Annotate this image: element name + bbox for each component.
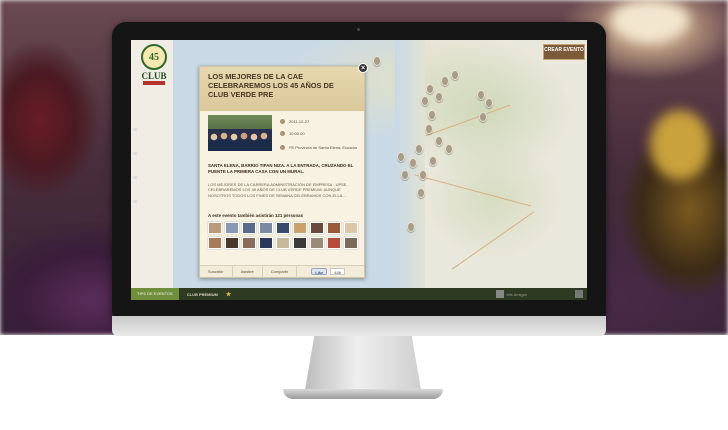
map-marker[interactable] — [428, 110, 436, 120]
map-marker[interactable] — [409, 158, 417, 168]
attendee-avatar[interactable] — [208, 237, 222, 249]
map-road — [414, 174, 532, 207]
map-marker[interactable] — [373, 56, 381, 66]
location-pin-icon — [280, 145, 285, 150]
map-marker[interactable] — [401, 170, 409, 180]
scene: 45 CLUB CREAR EVENTO × LOS MEJORES DE LA… — [0, 0, 728, 430]
map-marker[interactable] — [426, 84, 434, 94]
create-event-button[interactable]: CREAR EVENTO — [543, 44, 585, 60]
tab-club-premium[interactable]: CLUB PREMIUM — [179, 292, 226, 297]
event-photo[interactable] — [208, 115, 272, 151]
club-logo[interactable]: 45 CLUB — [140, 44, 168, 98]
event-time: 10:00:00 — [289, 131, 305, 136]
event-time-row: 10:00:00 — [280, 131, 305, 136]
sidebar-tick — [133, 128, 137, 131]
attendee-avatar[interactable] — [242, 222, 256, 234]
map-marker[interactable] — [407, 222, 415, 232]
attendee-avatar[interactable] — [310, 237, 324, 249]
event-date-row: 2011-12-27 — [280, 119, 309, 124]
map-marker[interactable] — [421, 96, 429, 106]
star-icon[interactable]: ★ — [226, 291, 231, 298]
popup-footer: Suscribir Asistiré Compartir Like 486 — [200, 265, 364, 278]
user-name: Mis Amigos — [506, 291, 527, 297]
map-marker[interactable] — [425, 124, 433, 134]
attendee-avatar[interactable] — [259, 237, 273, 249]
avatar — [495, 290, 504, 298]
map-marker[interactable] — [451, 70, 459, 80]
attendee-avatar[interactable] — [293, 222, 307, 234]
map-marker[interactable] — [435, 136, 443, 146]
monitor-base — [283, 389, 443, 399]
share-button[interactable]: Compartir — [263, 265, 298, 278]
attendee-avatar[interactable] — [293, 237, 307, 249]
popup-header: LOS MEJORES DE LA CAE CELEBRAREMOS LOS 4… — [200, 67, 364, 111]
attendee-avatar[interactable] — [276, 237, 290, 249]
group-photo-people — [208, 129, 272, 151]
calendar-icon — [280, 119, 285, 124]
attendee-avatar[interactable] — [310, 222, 324, 234]
clock-icon — [280, 131, 285, 136]
sidebar-tick — [133, 200, 137, 203]
close-icon[interactable]: × — [358, 63, 368, 73]
left-sidebar: 45 CLUB — [131, 40, 173, 300]
monitor-stand — [305, 336, 421, 390]
map-marker[interactable] — [485, 98, 493, 108]
event-subtitle: SANTA ELENA, BARRIO TIPAN NIZA. A LA ENT… — [208, 163, 354, 174]
logo-text: CLUB — [141, 71, 167, 81]
monitor-bezel: 45 CLUB CREAR EVENTO × LOS MEJORES DE LA… — [112, 22, 606, 324]
map-marker[interactable] — [429, 156, 437, 166]
logo-ribbon — [143, 81, 165, 85]
user-area[interactable]: Mis Amigos — [495, 290, 527, 298]
event-location-row: FE Provincia de Santa Elena, Ecuador — [280, 145, 357, 150]
attendee-avatar[interactable] — [225, 237, 239, 249]
map-marker[interactable] — [417, 188, 425, 198]
map-road — [425, 104, 511, 137]
sidebar-tick — [133, 176, 137, 179]
facebook-like-button[interactable]: Like — [311, 268, 328, 275]
attendee-avatar[interactable] — [225, 222, 239, 234]
tab-tips-de-eventos[interactable]: TIPS DE EVENTOS — [131, 288, 179, 300]
map-marker[interactable] — [435, 92, 443, 102]
map-marker[interactable] — [445, 144, 453, 154]
attendee-avatar[interactable] — [259, 222, 273, 234]
bottom-bar: TIPS DE EVENTOS CLUB PREMIUM ★ Mis Amigo… — [131, 288, 587, 300]
attendee-avatar[interactable] — [344, 237, 358, 249]
attendee-avatar[interactable] — [208, 222, 222, 234]
map-marker[interactable] — [397, 152, 405, 162]
subscribe-button[interactable]: Suscribir — [200, 265, 233, 278]
light-spot — [650, 110, 710, 180]
event-title: LOS MEJORES DE LA CAE CELEBRAREMOS LOS 4… — [208, 72, 334, 99]
event-location: FE Provincia de Santa Elena, Ecuador — [289, 145, 358, 150]
camera-dot — [357, 28, 360, 31]
map-marker[interactable] — [415, 144, 423, 154]
sidebar-tick — [133, 152, 137, 155]
attendee-avatars — [208, 222, 358, 249]
event-popup: × LOS MEJORES DE LA CAE CELEBRAREMOS LOS… — [199, 63, 368, 278]
attendee-avatar[interactable] — [344, 222, 358, 234]
map-marker[interactable] — [441, 76, 449, 86]
attendee-avatar[interactable] — [242, 237, 256, 249]
monitor-chin — [112, 316, 606, 336]
attendee-avatar[interactable] — [327, 222, 341, 234]
menu-icon[interactable] — [575, 290, 583, 298]
event-date: 2011-12-27 — [289, 119, 310, 124]
event-description: LOS MEJORES DE LA CARRERA ADMINISTRACIÓN… — [208, 182, 348, 198]
map-road — [451, 211, 535, 270]
light-spot — [610, 0, 690, 40]
map-marker[interactable] — [479, 112, 487, 122]
attendee-avatar[interactable] — [276, 222, 290, 234]
map-marker[interactable] — [477, 90, 485, 100]
like-count: 486 — [330, 268, 345, 275]
map-marker[interactable] — [419, 170, 427, 180]
logo-seal: 45 — [141, 44, 167, 70]
attend-button[interactable]: Asistiré — [233, 265, 263, 278]
attendees-label: A este evento también asistirán 121 pers… — [208, 213, 304, 218]
attendee-avatar[interactable] — [327, 237, 341, 249]
app-screen: 45 CLUB CREAR EVENTO × LOS MEJORES DE LA… — [131, 40, 587, 300]
